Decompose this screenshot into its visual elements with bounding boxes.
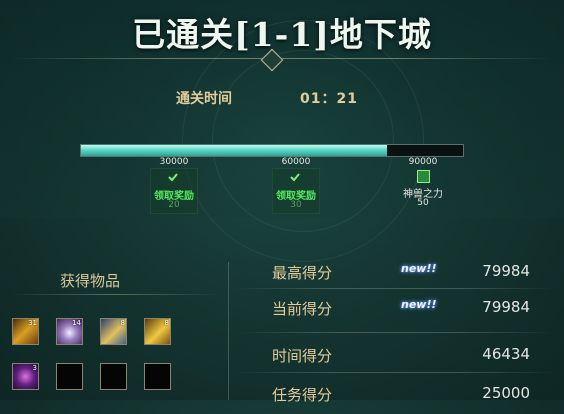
item-slot[interactable]: 31 (12, 318, 39, 345)
score-value: 79984 (482, 298, 530, 316)
items-heading-divider (10, 294, 220, 295)
row-divider (236, 288, 554, 289)
clear-time-label: 通关时间 (176, 91, 232, 107)
empty-item-slot[interactable] (144, 363, 171, 390)
score-value: 46434 (482, 345, 530, 363)
reward-claim-button-1[interactable]: 领取奖励 20 (150, 168, 198, 214)
milestone-score-2: 60000 (281, 157, 311, 167)
row-divider (236, 372, 554, 373)
item-slot[interactable]: 14 (56, 318, 83, 345)
item-count: 8 (164, 319, 169, 327)
page-title: 已通关[1-1]地下城 (132, 15, 432, 54)
beast-power-icon (417, 170, 430, 183)
score-row-mission: 任务得分 25000 (236, 384, 554, 414)
item-count: 14 (72, 319, 81, 327)
item-count: 31 (28, 319, 37, 327)
score-label: 任务得分 (272, 386, 333, 404)
score-value: 79984 (482, 262, 530, 280)
item-slot[interactable]: 3 (12, 363, 39, 390)
score-label: 时间得分 (272, 347, 333, 365)
item-slot[interactable]: 8 (100, 318, 127, 345)
reward-amount: 50 (417, 198, 429, 208)
checkmark-icon (168, 173, 178, 182)
item-slot[interactable]: 8 (144, 318, 171, 345)
item-count: 8 (120, 319, 125, 327)
item-count: 3 (32, 364, 37, 372)
score-value: 25000 (482, 384, 530, 402)
milestone-score-3: 90000 (408, 157, 438, 167)
reward-claim-button-2[interactable]: 领取奖励 30 (272, 168, 320, 214)
reward-amount: 20 (168, 200, 180, 210)
empty-item-slot[interactable] (100, 363, 127, 390)
checkmark-icon (290, 173, 300, 182)
milestone-score-1: 30000 (159, 157, 189, 167)
score-label: 最高得分 (272, 264, 333, 282)
new-record-badge: new!! (401, 262, 437, 275)
empty-item-slot[interactable] (56, 363, 83, 390)
score-row-current: 当前得分 new!! 79984 (236, 298, 554, 328)
clear-time-value: 01：21 (300, 91, 358, 107)
score-label: 当前得分 (272, 300, 333, 318)
items-heading: 获得物品 (60, 272, 121, 290)
score-progress-fill (81, 145, 387, 156)
reward-amount: 30 (290, 200, 302, 210)
row-divider (236, 332, 554, 333)
panel-divider (228, 262, 229, 400)
new-record-badge: new!! (401, 298, 437, 311)
score-row-time: 时间得分 46434 (236, 345, 554, 375)
beast-power-reward[interactable]: 神兽之力 50 (393, 168, 453, 212)
score-progress-bar (80, 144, 464, 157)
